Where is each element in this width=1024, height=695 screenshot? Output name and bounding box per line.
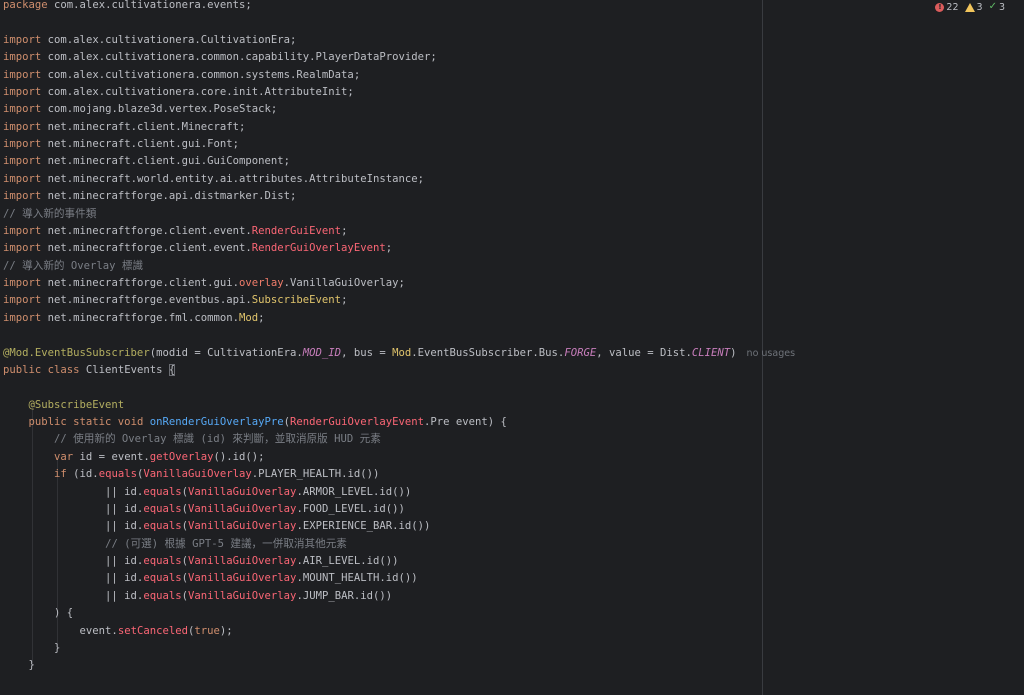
code-line: import net.minecraftforge.client.event.R… [3,224,348,237]
code-area[interactable]: package com.alex.cultivationera.events; … [3,0,1024,675]
code-line: event.setCanceled(true); [3,624,233,637]
code-line: || id.equals(VanillaGuiOverlay.FOOD_LEVE… [3,502,405,515]
code-line: import net.minecraftforge.api.distmarker… [3,190,297,203]
code-line: @Mod.EventBusSubscriber(modid = Cultivat… [3,346,796,359]
code-comment: // (可選) 根據 GPT-5 建議，一併取消其他元素 [105,537,347,550]
code-line: import com.alex.cultivationera.core.init… [3,85,354,98]
code-line: } [3,641,61,654]
code-line: || id.equals(VanillaGuiOverlay.JUMP_BAR.… [3,589,393,602]
code-comment: // 導入新的事件類 [3,207,97,220]
code-line: package com.alex.cultivationera.events; [3,0,252,11]
code-line: import com.alex.cultivationera.Cultivati… [3,33,297,46]
code-editor[interactable]: ! 22 3 ✓ 3 package com.alex.cultivatione… [0,0,1024,695]
code-line: import com.alex.cultivationera.common.ca… [3,51,437,64]
code-line: } [3,659,35,672]
code-line: import net.minecraftforge.fml.common.Mod… [3,311,265,324]
code-line: import net.minecraftforge.eventbus.api.S… [3,294,348,307]
code-line: || id.equals(VanillaGuiOverlay.AIR_LEVEL… [3,555,399,567]
code-line: public class ClientEvents { [3,363,176,376]
code-line: ) { [3,607,74,620]
code-line: import net.minecraft.client.Minecraft; [3,120,246,133]
code-line: public static void onRenderGuiOverlayPre… [28,416,507,428]
code-line: import net.minecraftforge.client.event.R… [3,242,393,255]
code-line: import com.alex.cultivationera.common.sy… [3,68,361,81]
code-line: import net.minecraft.client.gui.GuiCompo… [3,155,291,168]
code-line: import com.mojang.blaze3d.vertex.PoseSta… [3,103,278,116]
code-line: import net.minecraft.world.entity.ai.att… [3,172,424,185]
code-line: if (id.equals(VanillaGuiOverlay.PLAYER_H… [54,468,380,481]
usage-hint[interactable]: no usages [747,348,795,359]
code-line: import net.minecraftforge.client.gui.ove… [3,277,405,289]
code-line: var id = event.getOverlay().id(); [54,450,265,463]
code-comment: // 導入新的 Overlay 標識 [3,259,144,272]
code-line: || id.equals(VanillaGuiOverlay.ARMOR_LEV… [3,485,412,498]
code-comment: // 使用新的 Overlay 標識 (id) 來判斷，並取消原版 HUD 元素 [54,433,381,446]
code-line: @SubscribeEvent [28,398,125,411]
code-line: import net.minecraft.client.gui.Font; [3,138,240,150]
code-line: || id.equals(VanillaGuiOverlay.EXPERIENC… [3,520,431,533]
code-line: || id.equals(VanillaGuiOverlay.MOUNT_HEA… [3,572,418,585]
